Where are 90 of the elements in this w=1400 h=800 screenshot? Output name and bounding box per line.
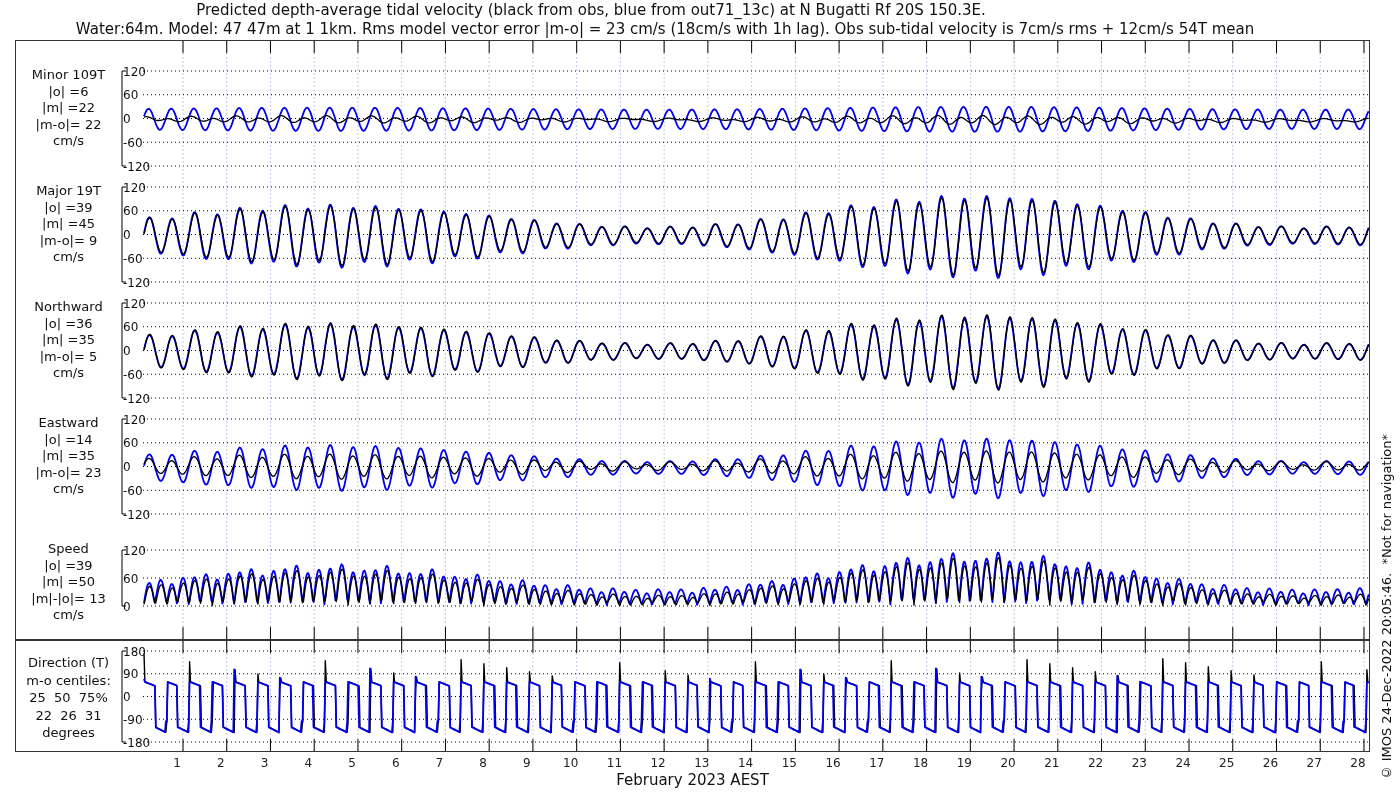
y-tick-label: 90: [123, 667, 139, 682]
x-tick-label: 25: [1219, 756, 1235, 770]
panel-stat-label: |m| =45: [42, 216, 95, 233]
y-tick-label: 180: [123, 644, 146, 659]
y-tick-label: 60: [123, 320, 139, 335]
x-tick-label: 8: [479, 756, 487, 770]
x-tick-label: 10: [563, 756, 579, 770]
y-tick-label: 60: [123, 204, 139, 219]
x-tick-label: 23: [1131, 756, 1147, 770]
y-tick-label: 0: [123, 228, 131, 242]
x-tick-label: 27: [1306, 756, 1322, 770]
panel-stat-label: |o| =6: [48, 83, 89, 100]
panel-stat-label: 22 26 31: [35, 706, 102, 724]
x-tick-label: 11: [606, 756, 623, 770]
copyright-note: © IMOS 24-Dec-2022 20:05:46. *Not for navigation*: [1379, 433, 1395, 780]
panel-stat-label: |m| =22: [42, 100, 95, 117]
panel-stat-label: |o| =39: [44, 199, 93, 216]
y-tick-label: 0: [123, 112, 131, 126]
y-tick-label: -120: [123, 391, 151, 406]
x-tick-label: 20: [1000, 756, 1016, 770]
panel-stat-label: degrees: [42, 724, 95, 742]
y-tick-label: 0: [123, 599, 131, 614]
y-tick-label: -120: [123, 507, 151, 522]
y-tick-label: 120: [123, 64, 146, 79]
y-tick-label: -60: [123, 251, 143, 266]
y-tick-label: 60: [123, 571, 139, 586]
panel-stat-label: Eastward: [38, 415, 99, 432]
y-tick-label: -60: [123, 135, 143, 150]
x-tick-label: 22: [1087, 756, 1104, 770]
y-tick-label: -120: [123, 159, 151, 174]
x-tick-label: 13: [694, 756, 710, 770]
panel-stat-label: cm/s: [53, 249, 84, 266]
y-tick-label: 60: [123, 436, 139, 451]
y-tick-label: 0: [123, 344, 131, 358]
x-tick-label: 26: [1262, 756, 1279, 770]
y-tick-label: -90: [123, 712, 143, 727]
panel-stat-label: Minor 109T: [31, 67, 106, 84]
x-tick-label: 14: [738, 756, 754, 770]
panel-stat-label: m-o centiles:: [26, 671, 111, 689]
y-tick-label: 0: [123, 460, 131, 474]
panel-stat-label: |m-o|= 9: [39, 232, 98, 249]
x-tick-label: 19: [956, 756, 972, 770]
panel-stat-label: |m-o|= 23: [35, 464, 102, 481]
y-tick-label: -60: [123, 367, 143, 382]
y-tick-label: 120: [123, 296, 146, 311]
x-tick-label: 3: [260, 756, 269, 770]
x-tick-label: 17: [869, 756, 885, 770]
x-tick-label: 7: [435, 756, 444, 770]
y-tick-label: 120: [123, 412, 146, 427]
x-tick-label: 6: [391, 756, 400, 770]
panel-stat-label: cm/s: [53, 133, 84, 150]
panel-stat-label: |o| =14: [44, 431, 93, 448]
x-tick-label: 2: [216, 756, 225, 770]
y-tick-label: -60: [123, 483, 143, 498]
y-tick-label: -120: [123, 275, 151, 290]
x-tick-label: 18: [912, 756, 929, 770]
y-tick-label: 120: [123, 180, 146, 195]
y-tick-label: 60: [123, 88, 139, 103]
chart-subtitle: Water:64m. Model: 47 47m at 1 1km. Rms model vector error |m-o| = 23 cm/s (18cm/s with 1h lag). Obs sub-tidal velocity is 7cm/s rms + 12cm/s 54T mean: [74, 20, 1256, 39]
panel-stat-label: |m-o|= 22: [35, 116, 102, 133]
panel-stat-label: |m| =35: [42, 332, 95, 349]
y-tick-label: 0: [123, 690, 131, 704]
panel-stat-label: cm/s: [53, 481, 84, 498]
panel-stat-label: Direction (T): [28, 654, 109, 672]
panel-stat-label: |m-o|= 5: [39, 348, 98, 365]
y-tick-label: 120: [123, 543, 146, 558]
x-tick-label: 15: [781, 756, 797, 770]
x-tick-label: 5: [348, 756, 356, 770]
x-axis-label: February 2023 AEST: [615, 772, 770, 788]
panel-stat-label: |o| =36: [44, 315, 93, 332]
panel-stat-label: |m| =50: [42, 574, 95, 591]
panel-stat-label: |m| =35: [42, 448, 95, 465]
x-tick-label: 12: [650, 756, 666, 770]
x-tick-label: 21: [1044, 756, 1060, 770]
x-tick-label: 24: [1175, 756, 1191, 770]
panel-stat-label: cm/s: [53, 365, 84, 382]
x-tick-label: 9: [523, 756, 531, 770]
panel-stat-label: cm/s: [53, 607, 84, 624]
panel-stat-label: |m|-|o|= 13: [31, 590, 106, 607]
x-tick-label: 28: [1350, 756, 1366, 770]
panel-stat-label: |o| =39: [44, 557, 93, 574]
y-tick-label: -180: [123, 735, 151, 750]
panel-stat-label: Northward: [34, 299, 103, 316]
x-tick-label: 4: [304, 756, 313, 770]
x-tick-label: 16: [825, 756, 841, 770]
panel-stat-label: Major 19T: [36, 183, 101, 200]
x-tick-label: 1: [173, 756, 181, 770]
panel-stat-label: 25 50 75%: [29, 689, 108, 707]
panel-stat-label: Speed: [48, 541, 89, 558]
chart-title: Predicted depth-average tidal velocity (black from obs, blue from out71_13c) at N Bugatti Rf 20S 150.3E.: [195, 1, 987, 20]
